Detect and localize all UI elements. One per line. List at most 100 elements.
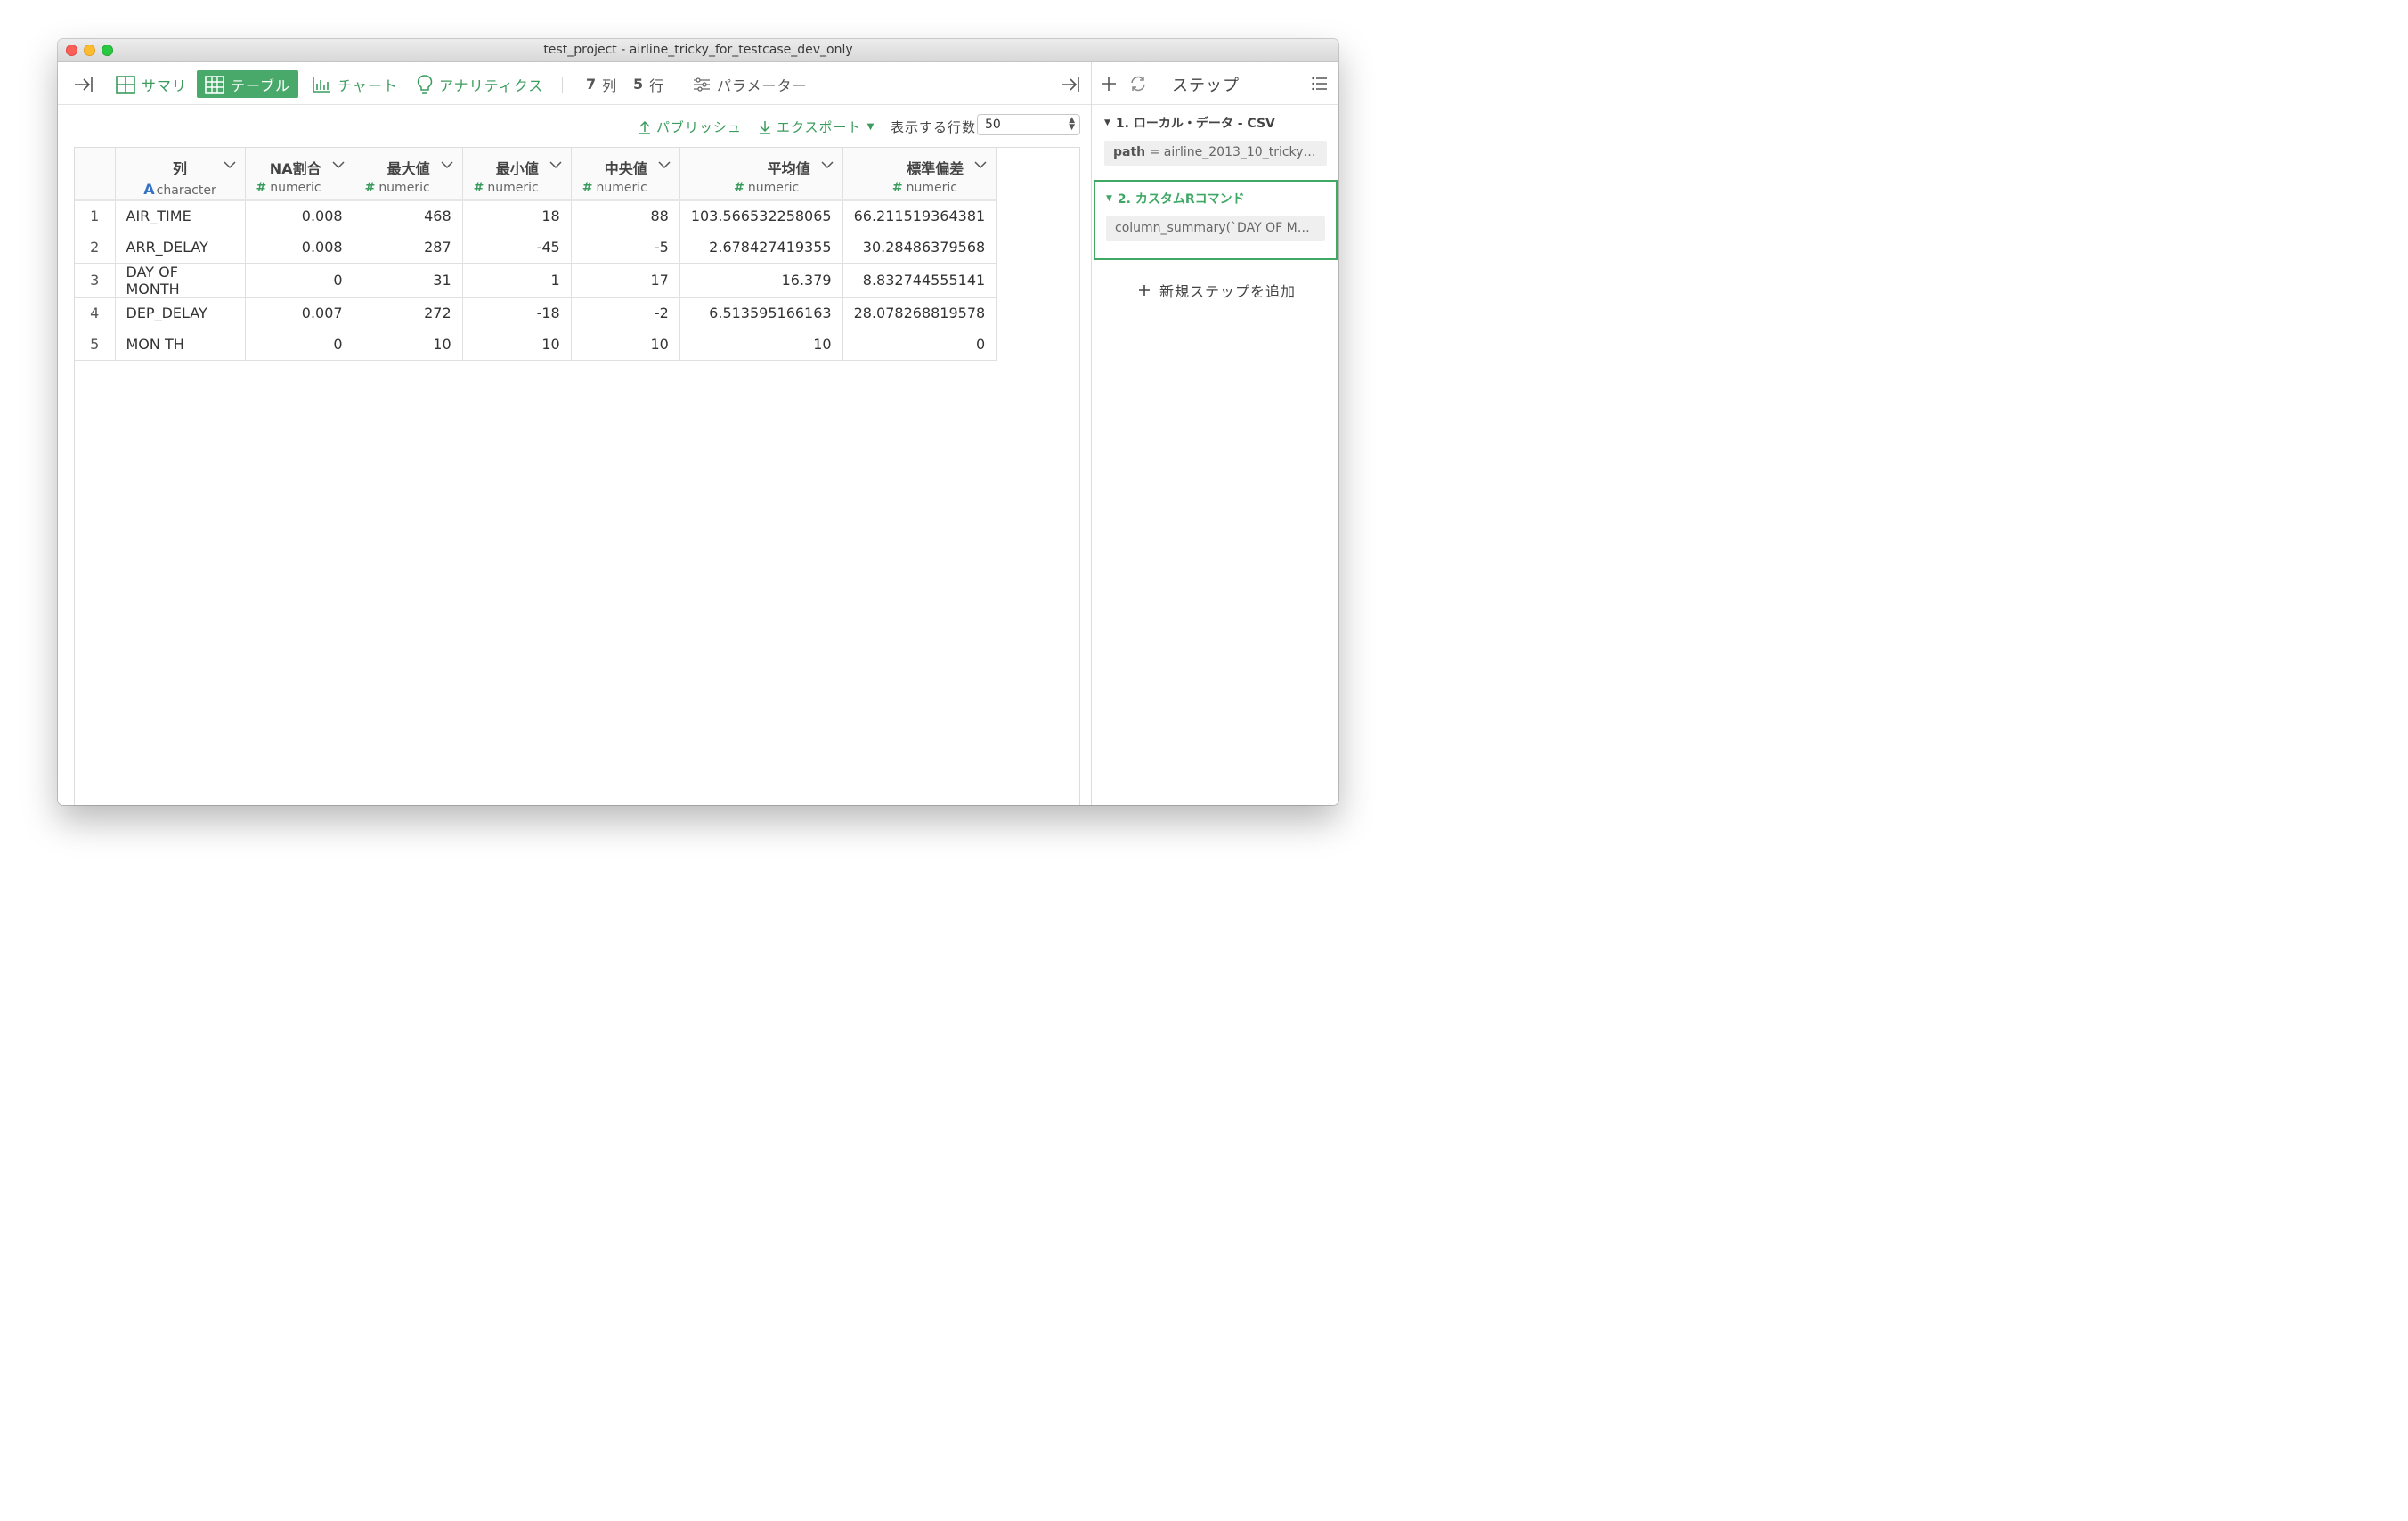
collapse-right-button[interactable] bbox=[1052, 70, 1089, 98]
publish-button[interactable]: パブリッシュ bbox=[639, 118, 742, 136]
table-cell[interactable]: 1 bbox=[462, 263, 572, 298]
table-cell[interactable]: 17 bbox=[571, 263, 680, 298]
table-cell[interactable]: -45 bbox=[462, 232, 572, 264]
tab-table[interactable]: テーブル bbox=[197, 70, 298, 98]
column-header[interactable]: 平均値 # numeric bbox=[679, 148, 843, 201]
step-item[interactable]: ▼ 1. ローカル・データ - CSV path = airline_2013_… bbox=[1094, 114, 1338, 171]
table-cell[interactable]: 88 bbox=[571, 199, 680, 232]
column-header-name: 標準偏差 bbox=[907, 160, 964, 177]
chevron-down-icon[interactable] bbox=[223, 160, 236, 169]
step-item-selected[interactable]: ▼ 2. カスタムRコマンド column_summary(`DAY OF MO… bbox=[1094, 180, 1338, 260]
table-cell[interactable]: 6.513595166163 bbox=[679, 297, 843, 329]
tab-analytics[interactable]: アナリティクス bbox=[409, 70, 551, 98]
table-cell[interactable]: MON TH bbox=[115, 329, 246, 361]
column-header-type: numeric bbox=[487, 181, 539, 195]
export-button[interactable]: エクスポート ▼ bbox=[759, 118, 875, 136]
tab-chart[interactable]: チャート bbox=[304, 70, 406, 98]
table-cell[interactable]: 0.008 bbox=[245, 199, 354, 232]
table-cell[interactable]: 0 bbox=[245, 263, 354, 298]
table-cell[interactable]: 18 bbox=[462, 199, 572, 232]
table-cell[interactable]: -18 bbox=[462, 297, 572, 329]
numeric-type-icon: # bbox=[734, 181, 744, 195]
column-count-value: 7 bbox=[586, 76, 598, 93]
row-index: 4 bbox=[75, 297, 116, 329]
table-cell[interactable]: 0 bbox=[245, 329, 354, 361]
tab-summary-label: サマリ bbox=[142, 77, 188, 94]
chevron-down-icon[interactable] bbox=[441, 160, 453, 169]
table-row[interactable]: 2 ARR_DELAY 0.008 287 -45 -5 2.678427419… bbox=[75, 232, 997, 264]
tab-summary[interactable]: サマリ bbox=[108, 70, 195, 98]
table-cell[interactable]: -5 bbox=[571, 232, 680, 264]
table-cell[interactable]: 28.078268819578 bbox=[842, 297, 997, 329]
table-cell[interactable]: DEP_DELAY bbox=[115, 297, 246, 329]
table-row[interactable]: 3 DAY OF MONTH 0 31 1 17 16.379 8.832744… bbox=[75, 263, 997, 298]
table-cell[interactable]: 10 bbox=[679, 329, 843, 361]
table-cell[interactable]: 2.678427419355 bbox=[679, 232, 843, 264]
table-cell[interactable]: 8.832744555141 bbox=[842, 263, 997, 298]
parameters-button[interactable]: パラメーター bbox=[685, 70, 816, 98]
table-cell[interactable]: 287 bbox=[354, 232, 463, 264]
column-header-type: numeric bbox=[378, 181, 430, 195]
collapse-triangle-icon[interactable]: ▼ bbox=[1106, 194, 1112, 203]
row-index: 2 bbox=[75, 232, 116, 264]
collapse-triangle-icon[interactable]: ▼ bbox=[1104, 118, 1110, 127]
step-param-key: path bbox=[1113, 145, 1146, 159]
table-cell[interactable]: ARR_DELAY bbox=[115, 232, 246, 264]
chevron-down-icon[interactable] bbox=[549, 160, 562, 169]
rows-display-select[interactable]: 50 ▲ ▼ bbox=[977, 114, 1080, 135]
column-header[interactable]: 中央値 # numeric bbox=[571, 148, 680, 201]
table-cell[interactable]: -2 bbox=[571, 297, 680, 329]
table-cell[interactable]: DAY OF MONTH bbox=[115, 263, 246, 298]
chevron-down-icon[interactable] bbox=[332, 160, 345, 169]
column-header-name: 平均値 bbox=[767, 160, 810, 177]
table-cell[interactable]: 31 bbox=[354, 263, 463, 298]
table-row[interactable]: 4 DEP_DELAY 0.007 272 -18 -2 6.513595166… bbox=[75, 297, 997, 329]
column-header[interactable]: 最大値 # numeric bbox=[354, 148, 463, 201]
list-icon[interactable] bbox=[1312, 77, 1328, 91]
steps-panel: ステップ ▼ 1. ローカル・データ - CSV path = airline_… bbox=[1091, 62, 1338, 805]
step-parameter[interactable]: column_summary(`DAY OF MONTH… bbox=[1106, 216, 1325, 241]
add-step-button[interactable]: 新規ステップを追加 bbox=[1138, 280, 1296, 301]
table-cell[interactable]: 30.28486379568 bbox=[842, 232, 997, 264]
table-cell[interactable]: 10 bbox=[462, 329, 572, 361]
table-cell[interactable]: 66.211519364381 bbox=[842, 199, 997, 232]
table-cell[interactable]: 0 bbox=[842, 329, 997, 361]
character-type-icon: A bbox=[143, 181, 155, 198]
table-cell[interactable]: 0.007 bbox=[245, 297, 354, 329]
column-header-type: numeric bbox=[906, 181, 957, 195]
refresh-icon[interactable] bbox=[1129, 76, 1147, 92]
chevron-down-icon[interactable] bbox=[821, 160, 834, 169]
row-index: 1 bbox=[75, 199, 116, 232]
column-header[interactable]: 最小値 # numeric bbox=[462, 148, 572, 201]
rows-display-label: 表示する行数 bbox=[891, 119, 977, 135]
column-count: 7 列 bbox=[578, 70, 625, 98]
view-toolbar: サマリ テーブル チャート アナリティクス 7 列 5 行 パラメーター bbox=[58, 62, 1091, 105]
column-header-type: numeric bbox=[747, 181, 800, 195]
step-param-value: = airline_2013_10_tricky_v2_1… bbox=[1149, 145, 1327, 159]
tab-chart-label: チャート bbox=[338, 77, 398, 94]
table-cell[interactable]: 0.008 bbox=[245, 232, 354, 264]
add-icon[interactable] bbox=[1101, 76, 1117, 92]
chevron-down-icon[interactable] bbox=[974, 160, 987, 169]
step-parameter[interactable]: path = airline_2013_10_tricky_v2_1… bbox=[1104, 141, 1327, 166]
table-row[interactable]: 1 AIR_TIME 0.008 468 18 88 103.566532258… bbox=[75, 199, 997, 232]
column-header-name: 列 bbox=[172, 160, 187, 177]
column-header-type: numeric bbox=[270, 181, 321, 195]
table-cell[interactable]: 16.379 bbox=[679, 263, 843, 298]
toolbar-divider bbox=[562, 77, 563, 93]
column-header[interactable]: NA割合 # numeric bbox=[245, 148, 354, 201]
table-row[interactable]: 5 MON TH 0 10 10 10 10 0 bbox=[75, 329, 997, 361]
row-index: 3 bbox=[75, 263, 116, 298]
table-cell[interactable]: 468 bbox=[354, 199, 463, 232]
collapse-left-button[interactable] bbox=[65, 70, 102, 98]
table-cell[interactable]: 10 bbox=[354, 329, 463, 361]
column-header[interactable]: 標準偏差 # numeric bbox=[842, 148, 997, 201]
column-header[interactable]: 列 Acharacter bbox=[115, 148, 246, 201]
chevron-down-icon[interactable] bbox=[658, 160, 671, 169]
plus-icon bbox=[1139, 285, 1150, 296]
row-count-value: 5 bbox=[633, 76, 645, 93]
table-cell[interactable]: 103.566532258065 bbox=[679, 199, 843, 232]
table-cell[interactable]: AIR_TIME bbox=[115, 199, 246, 232]
table-cell[interactable]: 272 bbox=[354, 297, 463, 329]
table-cell[interactable]: 10 bbox=[571, 329, 680, 361]
